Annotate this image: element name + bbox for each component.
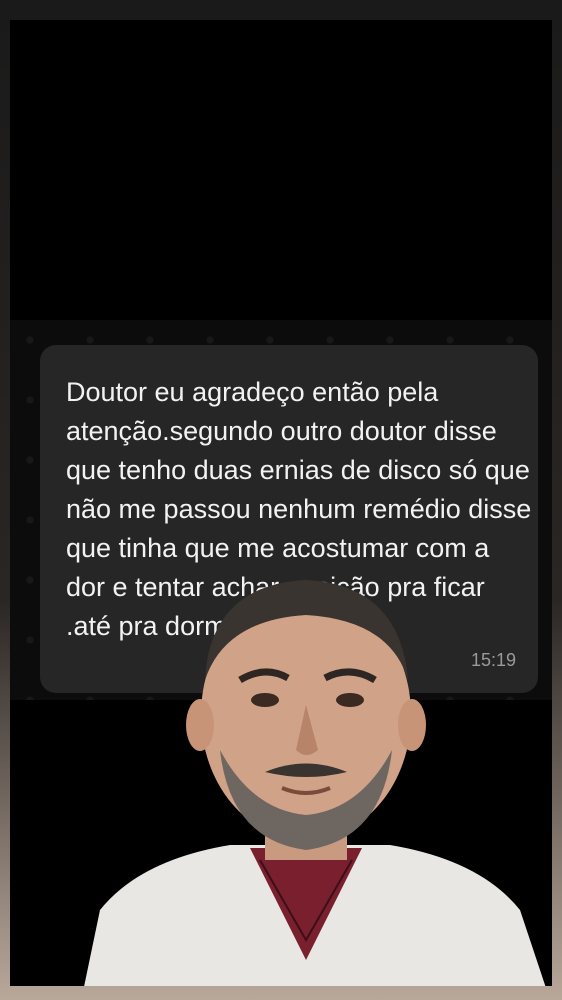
video-frame: Doutor eu agradeço então pela atenção.se…: [10, 20, 552, 986]
doctor-person-image: [84, 580, 546, 986]
